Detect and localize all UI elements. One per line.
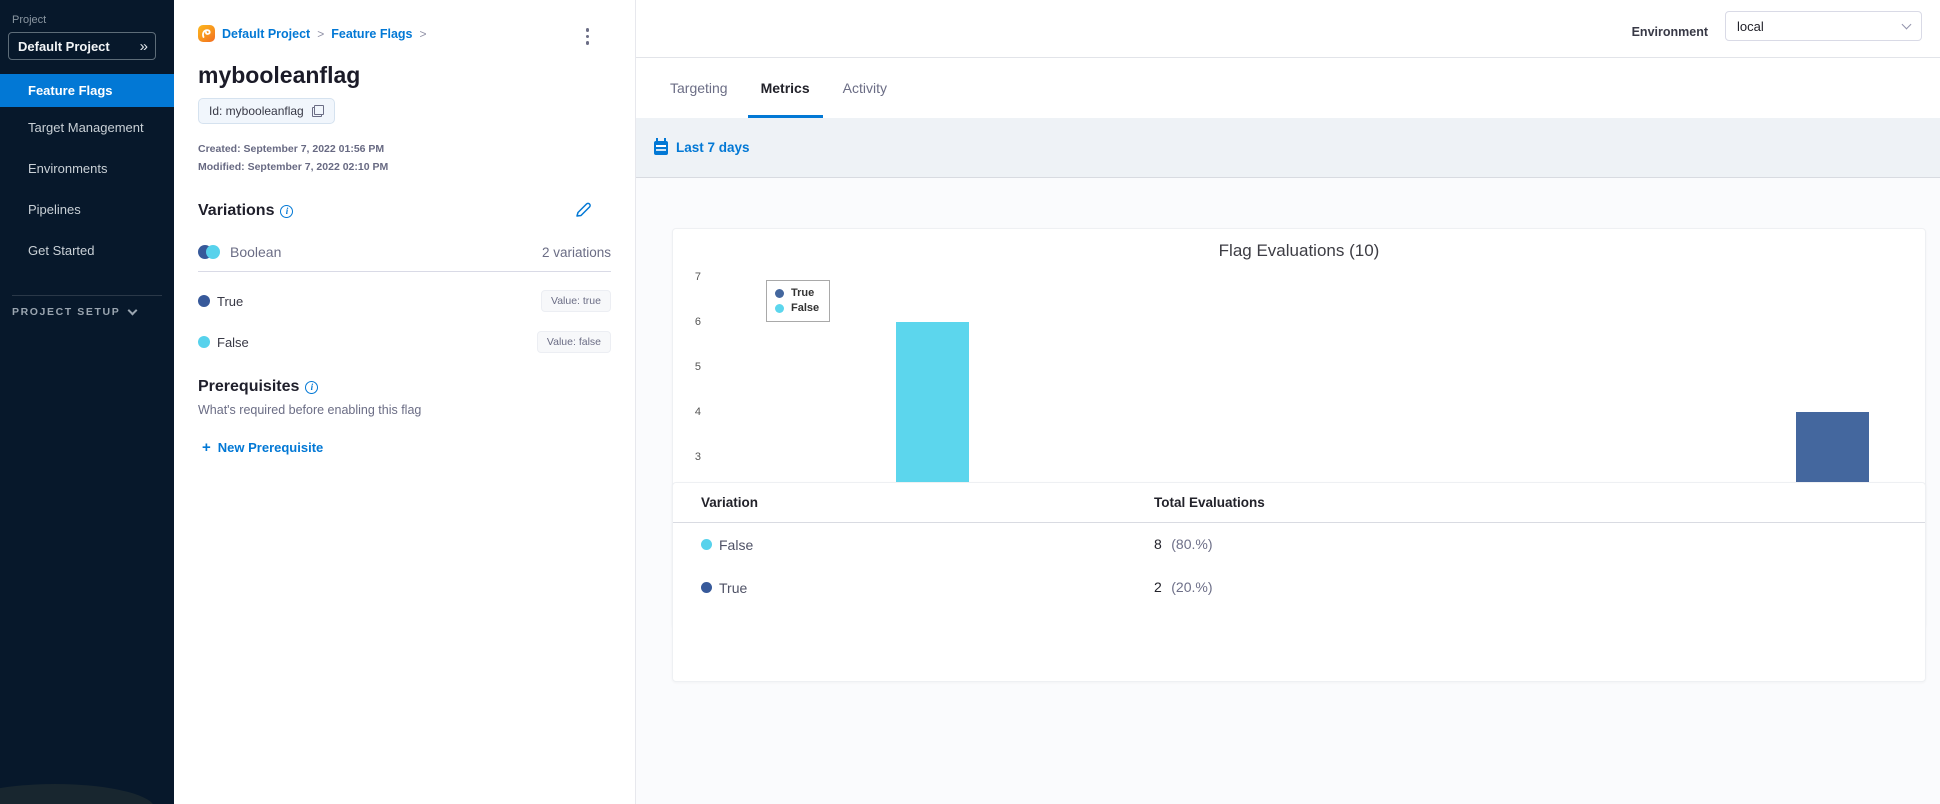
y-axis-tick-label: 4 <box>694 406 701 418</box>
info-icon[interactable]: i <box>280 204 294 218</box>
tab-activity[interactable]: Activity <box>830 58 900 118</box>
y-axis-tick-label: 5 <box>694 361 701 373</box>
project-selector[interactable]: Default Project » <box>8 32 156 60</box>
variation-name: True <box>217 293 244 309</box>
metrics-panel: Environment local Targeting Metrics Acti… <box>636 0 1940 804</box>
project-setup-toggle[interactable]: PROJECT SETUP <box>12 305 162 318</box>
variation-row-false: False Value: false <box>198 331 611 353</box>
variation-value-chip: Value: false <box>536 331 611 353</box>
prerequisites-heading: Prerequisites i <box>198 378 319 396</box>
flag-detail-panel: Default Project > Feature Flags > mybool… <box>174 0 636 804</box>
copy-icon[interactable] <box>311 105 324 117</box>
sidebar-item-environments[interactable]: Environments <box>0 148 174 189</box>
column-header-variation: Variation <box>701 495 759 510</box>
metrics-toolbar: Last 7 days <box>636 118 1940 178</box>
flag-created-date: Created: September 7, 2022 01:56 PM <box>198 143 385 155</box>
table-variation-name: True <box>719 579 748 596</box>
project-setup-label: PROJECT SETUP <box>12 306 121 318</box>
flag-modified-date: Modified: September 7, 2022 02:10 PM <box>198 161 389 173</box>
project-selector-value: Default Project <box>18 38 110 54</box>
breadcrumb-separator: > <box>317 26 325 41</box>
variation-value-chip: Value: true <box>540 290 611 312</box>
prerequisites-heading-text: Prerequisites <box>198 378 300 395</box>
table-percent-value: (20.%) <box>1171 578 1213 595</box>
sidebar-item-feature-flags[interactable]: Feature Flags <box>0 74 174 107</box>
y-axis-tick-label: 7 <box>694 271 701 283</box>
variation-name: False <box>217 334 249 350</box>
table-percent-value: (80.%) <box>1171 535 1213 552</box>
flag-options-menu-button[interactable] <box>584 26 592 47</box>
breadcrumb-feature-flags-link[interactable]: Feature Flags <box>331 27 412 41</box>
flag-id-chip: Id: mybooleanflag <box>198 98 335 124</box>
table-variation-name: False <box>719 536 754 553</box>
double-chevron-icon: » <box>139 37 148 55</box>
chevron-down-icon <box>1901 19 1912 30</box>
variation-row-true: True Value: true <box>198 290 611 312</box>
sidebar-item-pipelines[interactable]: Pipelines <box>0 189 174 230</box>
tab-metrics[interactable]: Metrics <box>747 58 823 118</box>
table-row: True 2 (20.%) <box>673 566 1925 609</box>
true-variation-dot <box>198 295 210 307</box>
breadcrumb-separator: > <box>419 26 427 41</box>
environment-header: Environment local <box>636 0 1940 58</box>
sidebar: Project Default Project » Feature Flags … <box>0 0 174 804</box>
edit-variations-button[interactable] <box>573 200 593 220</box>
calendar-icon <box>654 137 668 155</box>
feature-flag-brand-icon <box>198 25 215 42</box>
flag-title: mybooleanflag <box>198 62 361 88</box>
table-total-value: 8 <box>1154 535 1162 552</box>
evaluations-table-card: Variation Total Evaluations False 8 (80.… <box>672 482 1926 682</box>
table-row: False 8 (80.%) <box>673 523 1925 566</box>
sidebar-item-get-started[interactable]: Get Started <box>0 230 174 271</box>
date-range-picker[interactable]: Last 7 days <box>654 137 750 155</box>
sidebar-item-target-management[interactable]: Target Management <box>0 107 174 148</box>
breadcrumb: Default Project > Feature Flags > <box>198 25 427 42</box>
prerequisites-description: What's required before enabling this fla… <box>198 403 422 417</box>
column-header-total-evaluations: Total Evaluations <box>1154 495 1265 510</box>
new-prerequisite-label: New Prerequisite <box>217 440 324 455</box>
chevron-down-icon <box>127 305 138 316</box>
variation-kind-row: Boolean 2 variations <box>198 244 611 260</box>
sidebar-nav: Feature Flags Target Management Environm… <box>0 74 174 271</box>
variation-kind-label: Boolean <box>230 244 282 260</box>
environment-value: local <box>1737 18 1764 34</box>
variations-heading: Variations i <box>198 202 294 220</box>
new-prerequisite-button[interactable]: + New Prerequisite <box>202 440 323 455</box>
chart-title: Flag Evaluations (10) <box>1218 241 1380 260</box>
boolean-type-icon <box>198 245 220 259</box>
project-label: Project <box>12 14 47 26</box>
true-variation-dot <box>701 582 712 593</box>
plus-icon: + <box>202 439 211 456</box>
table-total-value: 2 <box>1154 578 1162 595</box>
divider <box>198 271 611 272</box>
sidebar-decoration <box>0 784 155 804</box>
y-axis-tick-label: 6 <box>694 316 701 328</box>
sidebar-divider <box>12 295 162 296</box>
false-variation-dot <box>701 539 712 550</box>
variations-heading-text: Variations <box>198 202 275 219</box>
tab-targeting[interactable]: Targeting <box>657 58 741 118</box>
false-variation-dot <box>198 336 210 348</box>
flag-id-text: Id: mybooleanflag <box>209 104 304 118</box>
tab-bar: Targeting Metrics Activity <box>636 58 1940 118</box>
table-header-row: Variation Total Evaluations <box>673 483 1925 523</box>
y-axis-tick-label: 3 <box>694 451 701 463</box>
date-range-label: Last 7 days <box>676 140 750 155</box>
variation-count: 2 variations <box>541 244 611 260</box>
environment-label: Environment <box>1631 25 1708 39</box>
environment-select[interactable]: local <box>1725 11 1922 41</box>
breadcrumb-project-link[interactable]: Default Project <box>222 27 310 41</box>
app-window: Project Default Project » Feature Flags … <box>0 0 1940 804</box>
info-icon[interactable]: i <box>305 380 319 394</box>
